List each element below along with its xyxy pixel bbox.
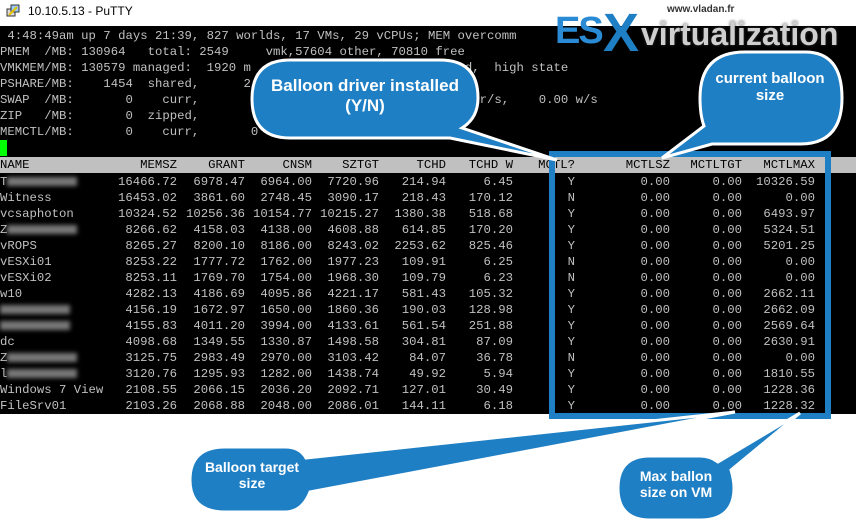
callout-max: Max ballon size on VM: [639, 468, 713, 501]
callout-current-bubble: [661, 50, 844, 160]
callout-current: current balloon size: [715, 70, 825, 105]
callout-target: Balloon target size: [204, 459, 300, 492]
callout-driver: Balloon driver installed (Y/N): [271, 76, 459, 115]
